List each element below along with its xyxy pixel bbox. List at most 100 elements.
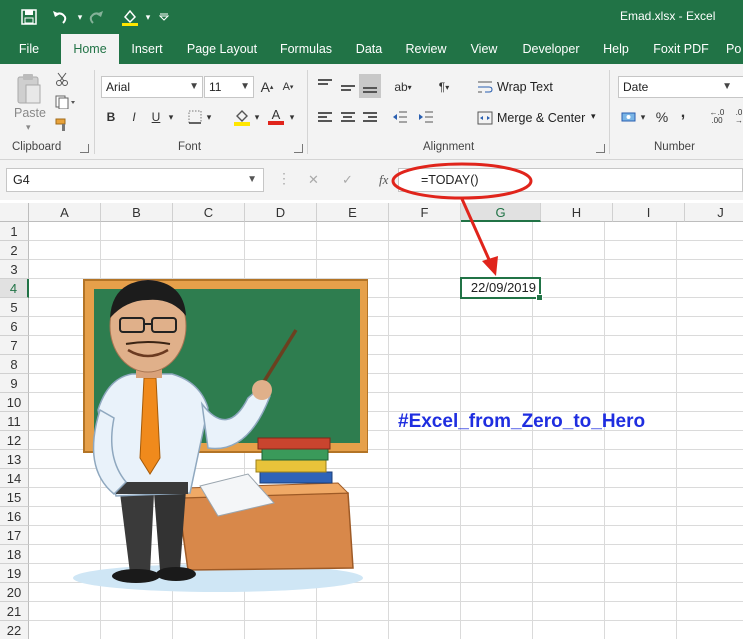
paste-label[interactable]: Paste xyxy=(14,106,46,120)
copy-icon[interactable] xyxy=(52,91,80,113)
row-header-11[interactable]: 11 xyxy=(0,412,29,431)
font-color-dropdown-icon[interactable]: ▾ xyxy=(287,106,297,128)
row-header-12[interactable]: 12 xyxy=(0,431,29,450)
insert-function-icon[interactable]: fx xyxy=(379,172,388,188)
save-icon[interactable] xyxy=(19,7,39,27)
accounting-dropdown-icon[interactable]: ▾ xyxy=(638,106,648,128)
column-header-i[interactable]: I xyxy=(613,203,685,222)
customize-qat-icon[interactable] xyxy=(154,7,174,27)
undo-icon[interactable] xyxy=(50,7,70,27)
align-top-icon[interactable] xyxy=(318,79,332,91)
decrease-decimal-icon[interactable]: .0 → xyxy=(733,106,743,128)
row-header-13[interactable]: 13 xyxy=(0,450,29,469)
tab-power-pivot[interactable]: Po xyxy=(726,34,743,64)
borders-icon[interactable] xyxy=(186,106,204,128)
tab-review[interactable]: Review xyxy=(402,34,450,64)
orientation-icon[interactable]: ab ▾ xyxy=(390,76,416,98)
tab-foxit-pdf[interactable]: Foxit PDF xyxy=(650,34,712,64)
enter-icon[interactable]: ✓ xyxy=(342,172,353,188)
merge-dropdown-icon[interactable]: ▾ xyxy=(591,111,596,122)
row-header-18[interactable]: 18 xyxy=(0,545,29,564)
fill-color-icon[interactable] xyxy=(120,7,140,27)
redo-icon[interactable] xyxy=(86,7,106,27)
tab-developer[interactable]: Developer xyxy=(518,34,584,64)
select-all-corner[interactable] xyxy=(0,203,29,222)
row-header-16[interactable]: 16 xyxy=(0,507,29,526)
borders-dropdown-icon[interactable]: ▾ xyxy=(204,106,214,128)
tab-page-layout[interactable]: Page Layout xyxy=(183,34,261,64)
column-header-b[interactable]: B xyxy=(101,203,173,222)
row-header-3[interactable]: 3 xyxy=(0,260,29,279)
font-name-combo[interactable]: Arial ▼ xyxy=(101,76,203,98)
row-header-2[interactable]: 2 xyxy=(0,241,29,260)
column-header-c[interactable]: C xyxy=(173,203,245,222)
row-header-4[interactable]: 4 xyxy=(0,279,29,298)
fill-color-button-icon[interactable] xyxy=(232,106,252,128)
wrap-text-icon[interactable] xyxy=(476,76,494,98)
number-format-combo[interactable]: Date ▼ xyxy=(618,76,743,98)
align-right-icon[interactable] xyxy=(363,112,377,124)
tab-file[interactable]: File xyxy=(10,34,48,64)
column-header-h[interactable]: H xyxy=(541,203,613,222)
row-header-17[interactable]: 17 xyxy=(0,526,29,545)
underline-dropdown-icon[interactable]: ▾ xyxy=(166,106,176,128)
fill-color-dropdown-icon[interactable]: ▾ xyxy=(252,106,262,128)
column-header-e[interactable]: E xyxy=(317,203,389,222)
row-header-8[interactable]: 8 xyxy=(0,355,29,374)
row-header-22[interactable]: 22 xyxy=(0,621,29,639)
name-box[interactable]: G4 ▼ xyxy=(6,168,264,192)
arrow-head-icon xyxy=(482,256,498,276)
grow-font-button[interactable]: A ▴ xyxy=(258,76,276,98)
italic-button[interactable]: I xyxy=(126,106,142,128)
accounting-format-icon[interactable] xyxy=(620,106,638,128)
row-header-5[interactable]: 5 xyxy=(0,298,29,317)
paste-dropdown-icon[interactable]: ▾ xyxy=(26,122,31,133)
tab-help[interactable]: Help xyxy=(598,34,634,64)
row-header-1[interactable]: 1 xyxy=(0,222,29,241)
separator xyxy=(94,70,95,154)
cancel-icon[interactable]: ✕ xyxy=(308,172,319,188)
tab-data[interactable]: Data xyxy=(350,34,388,64)
increase-indent-icon[interactable] xyxy=(416,106,436,128)
row-header-15[interactable]: 15 xyxy=(0,488,29,507)
align-middle-icon[interactable] xyxy=(341,81,355,93)
clipboard-launcher-icon[interactable] xyxy=(80,144,89,153)
column-header-a[interactable]: A xyxy=(29,203,101,222)
row-header-6[interactable]: 6 xyxy=(0,317,29,336)
tab-formulas[interactable]: Formulas xyxy=(276,34,336,64)
underline-button[interactable]: U xyxy=(148,106,164,128)
comma-style-button[interactable]: , xyxy=(676,102,690,124)
row-header-10[interactable]: 10 xyxy=(0,393,29,412)
column-header-d[interactable]: D xyxy=(245,203,317,222)
font-launcher-icon[interactable] xyxy=(294,144,303,153)
column-header-j[interactable]: J xyxy=(685,203,743,222)
merge-center-label[interactable]: Merge & Center xyxy=(497,111,585,125)
tab-home[interactable]: Home xyxy=(61,34,119,64)
book xyxy=(259,471,333,484)
bold-button[interactable]: B xyxy=(103,106,119,128)
align-center-icon[interactable] xyxy=(341,112,355,124)
formula-highlight-annotation xyxy=(391,162,533,276)
font-color-button[interactable]: A xyxy=(266,106,286,128)
cut-icon[interactable] xyxy=(52,68,72,90)
text-direction-icon[interactable]: ¶ ▾ xyxy=(432,76,456,98)
paste-icon[interactable] xyxy=(15,72,43,106)
tab-view[interactable]: View xyxy=(464,34,504,64)
shrink-font-button[interactable]: A ▾ xyxy=(279,76,297,98)
tab-insert[interactable]: Insert xyxy=(126,34,168,64)
alignment-launcher-icon[interactable] xyxy=(596,144,605,153)
merge-center-icon[interactable] xyxy=(476,107,494,129)
percent-style-button[interactable]: % xyxy=(653,106,671,128)
wrap-text-label[interactable]: Wrap Text xyxy=(497,80,553,94)
row-header-19[interactable]: 19 xyxy=(0,564,29,583)
row-header-20[interactable]: 20 xyxy=(0,583,29,602)
row-header-21[interactable]: 21 xyxy=(0,602,29,621)
row-header-14[interactable]: 14 xyxy=(0,469,29,488)
row-header-7[interactable]: 7 xyxy=(0,336,29,355)
format-painter-icon[interactable] xyxy=(52,114,72,136)
increase-decimal-icon[interactable]: ←.0.00 xyxy=(706,106,728,128)
row-header-9[interactable]: 9 xyxy=(0,374,29,393)
font-size-combo[interactable]: 11 ▼ xyxy=(204,76,254,98)
decrease-indent-icon[interactable] xyxy=(390,106,410,128)
align-left-icon[interactable] xyxy=(318,112,332,124)
